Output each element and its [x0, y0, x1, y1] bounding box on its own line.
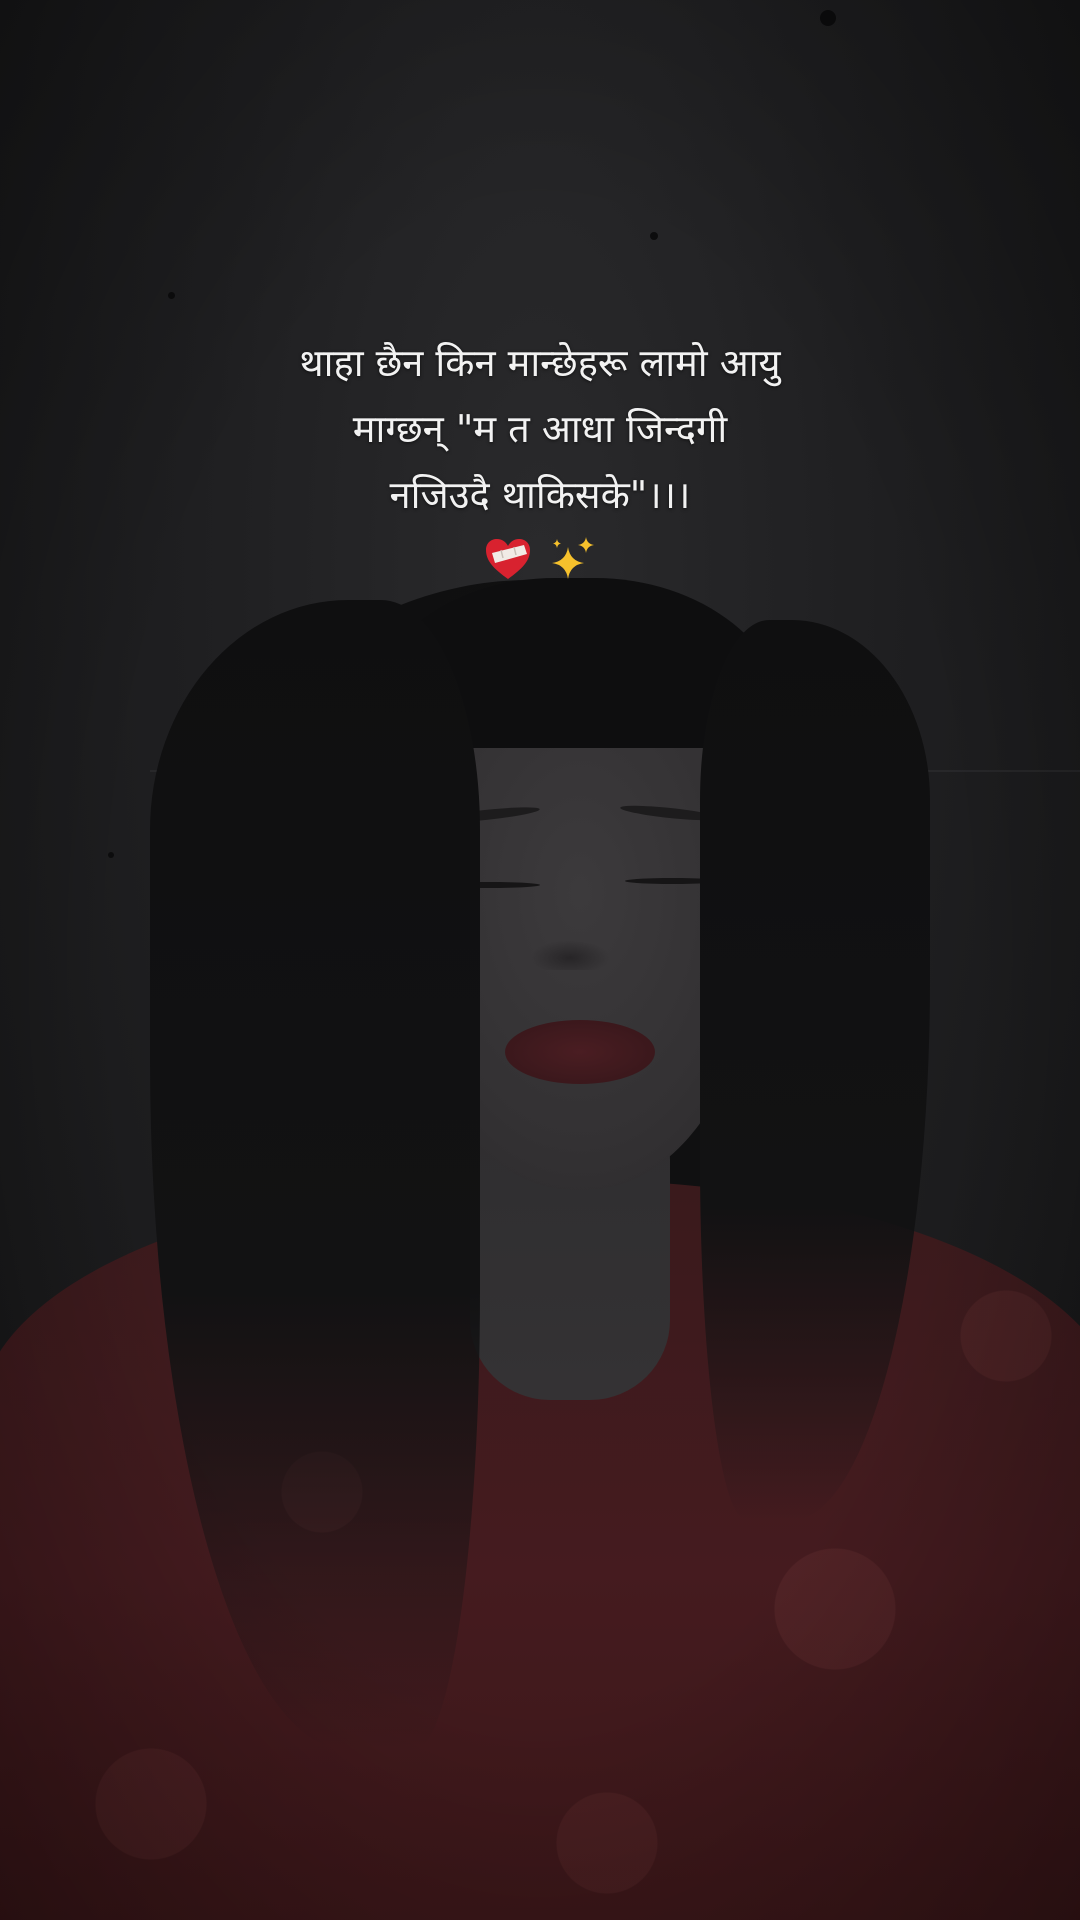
emoji-row	[140, 532, 940, 588]
wall-speck	[820, 10, 836, 26]
wall-speck	[650, 232, 658, 240]
caption-line: माग्छन् "म त आधा जिन्दगी	[352, 407, 728, 451]
wall-speck	[108, 852, 114, 858]
nose	[530, 940, 610, 970]
sparkles-icon	[548, 535, 596, 601]
caption-line: थाहा छैन किन मान्छेहरू लामो आयु	[299, 341, 781, 385]
caption-line: नजिउदै थाकिसके"।।।	[389, 473, 691, 517]
wall-speck	[168, 292, 175, 299]
caption: थाहा छैन किन मान्छेहरू लामो आयु माग्छन् …	[140, 330, 940, 588]
mending-heart-icon	[484, 535, 532, 601]
photo-frame: थाहा छैन किन मान्छेहरू लामो आयु माग्छन् …	[0, 0, 1080, 1920]
red-lips	[505, 1020, 655, 1084]
